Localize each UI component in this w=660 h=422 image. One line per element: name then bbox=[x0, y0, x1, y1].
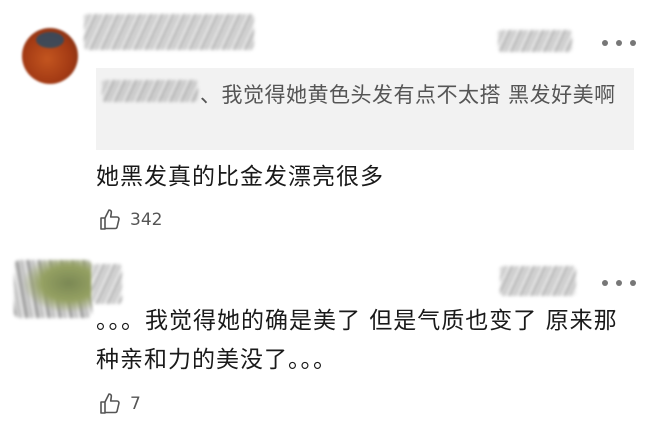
timestamp-redacted bbox=[498, 30, 572, 52]
comment-text: 。。。我觉得她的确是美了 但是气质也变了 原来那种亲和力的美没了。。。 bbox=[96, 308, 618, 373]
quoted-reply-text: 、我觉得她黄色头发有点不太搭 黑发好美啊 bbox=[200, 83, 616, 107]
comment-item: 。。。我觉得她的确是美了 但是气质也变了 原来那种亲和力的美没了。。。 7 bbox=[0, 250, 660, 422]
username-redacted bbox=[84, 14, 254, 50]
username-redacted bbox=[92, 264, 122, 304]
comment-item: 、我觉得她黄色头发有点不太搭 黑发好美啊 她黑发真的比金发漂亮很多 342 bbox=[0, 0, 660, 250]
quoted-reply: 、我觉得她黄色头发有点不太搭 黑发好美啊 bbox=[96, 68, 634, 150]
like-count: 7 bbox=[130, 394, 141, 414]
like-count: 342 bbox=[130, 210, 163, 230]
avatar[interactable] bbox=[22, 28, 78, 84]
thumbs-up-icon bbox=[100, 209, 120, 230]
like-button[interactable]: 342 bbox=[98, 208, 162, 232]
avatar[interactable] bbox=[14, 260, 92, 318]
more-options-icon[interactable] bbox=[602, 34, 636, 52]
comment-text: 她黑发真的比金发漂亮很多 bbox=[96, 164, 384, 190]
like-button[interactable]: 7 bbox=[98, 392, 141, 416]
thumbs-up-icon bbox=[100, 393, 120, 414]
more-options-icon[interactable] bbox=[602, 274, 636, 292]
timestamp-redacted bbox=[500, 266, 576, 296]
